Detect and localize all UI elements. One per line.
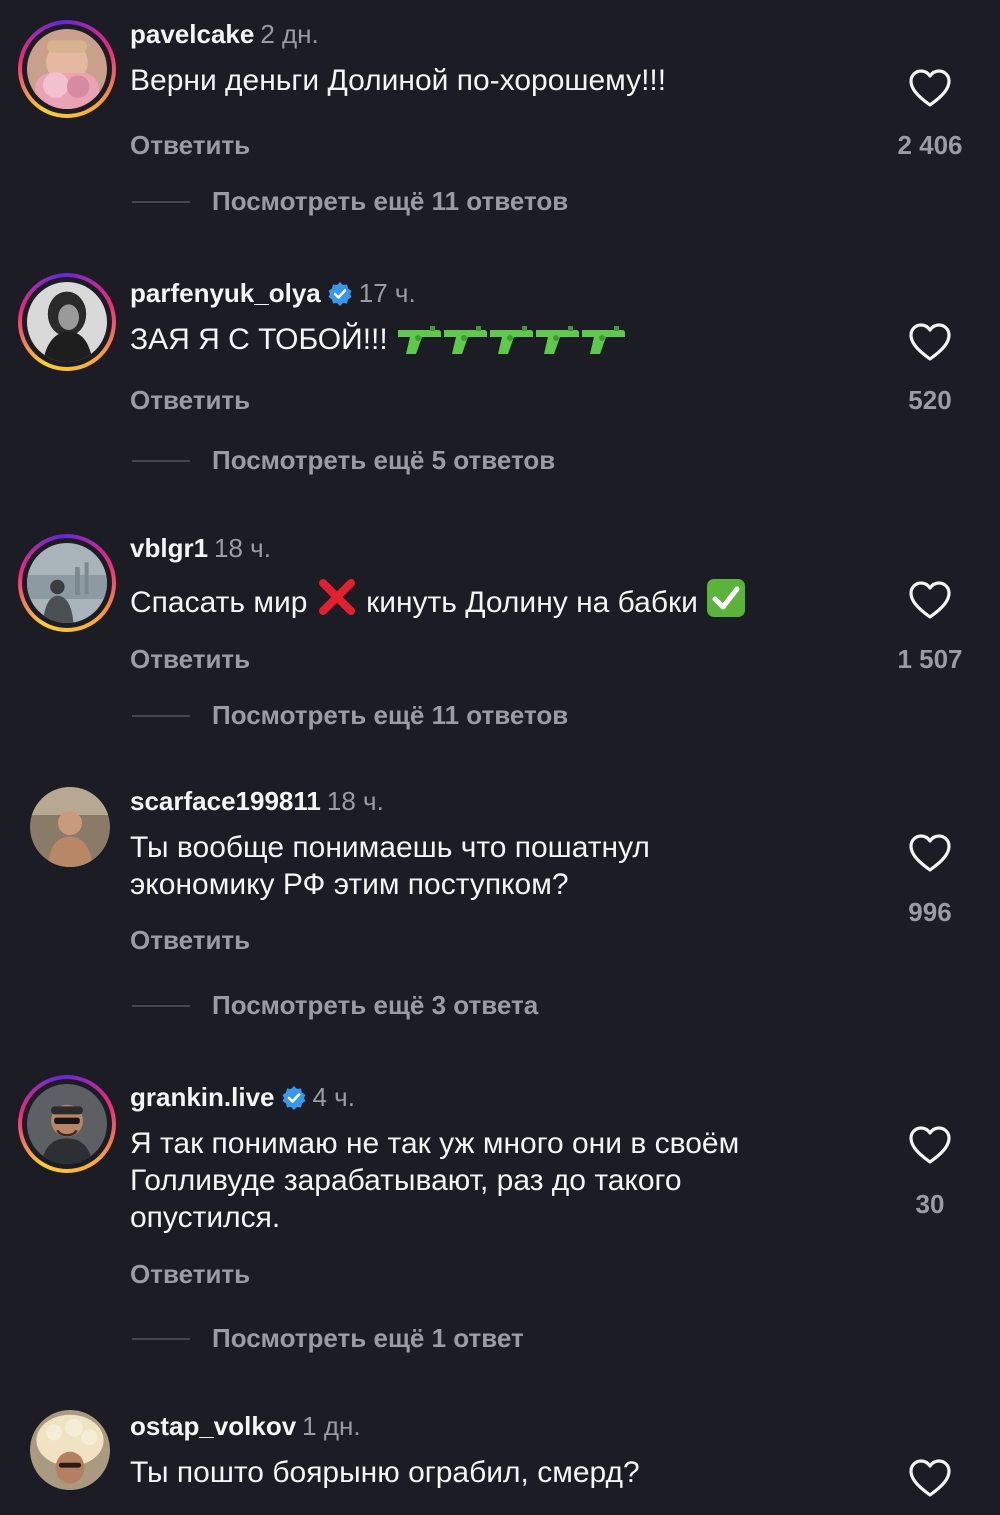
comment-time: 1 дн. xyxy=(302,1411,361,1441)
view-more-replies-label: Посмотреть ещё 11 ответов xyxy=(212,700,569,730)
divider xyxy=(132,1337,190,1340)
comment-text: Верни деньги Долиной по-хорошему!!! xyxy=(130,64,667,97)
avatar xyxy=(30,787,110,867)
water-pistol-icon xyxy=(444,326,488,354)
username[interactable]: parfenyuk_olya xyxy=(130,278,321,308)
avatar-wrapper[interactable] xyxy=(30,787,110,867)
comment-header: pavelcake 2 дн. xyxy=(130,18,319,50)
comment-text-part-b: кинуть Долину на бабки xyxy=(366,586,698,619)
reply-button[interactable]: Ответить xyxy=(130,925,250,956)
view-more-replies[interactable]: Посмотреть ещё 1 ответ xyxy=(132,1323,524,1353)
verified-badge-icon xyxy=(282,1086,305,1110)
avatar xyxy=(27,543,107,623)
username[interactable]: grankin.live xyxy=(130,1082,275,1112)
check-mark-button-icon xyxy=(707,579,746,617)
comment-text-line: Ты вообще понимаешь что пошатнул xyxy=(130,831,650,864)
divider xyxy=(132,714,190,717)
comment-text-line: Я так понимаю не так уж много они в своё… xyxy=(130,1127,740,1160)
reply-button[interactable]: Ответить xyxy=(130,130,250,161)
divider xyxy=(132,1004,190,1007)
comment-header: ostap_volkov 1 дн. xyxy=(130,1410,361,1442)
view-more-replies[interactable]: Посмотреть ещё 3 ответа xyxy=(132,990,538,1020)
comment-header: grankin.live 4 ч. xyxy=(130,1081,355,1113)
water-pistol-icon xyxy=(490,326,534,354)
comment-header: vblgr1 18 ч. xyxy=(130,532,271,564)
comment-text-content: ЗАЯ Я С ТОБОЙ!!! xyxy=(130,323,388,356)
view-more-replies-label: Посмотреть ещё 3 ответа xyxy=(212,990,539,1020)
verified-badge-icon xyxy=(328,282,352,306)
like-count: 520 xyxy=(908,385,952,415)
comments-feed: pavelcake 2 дн. Верни деньги Долиной по-х… xyxy=(0,0,1000,1515)
username[interactable]: pavelcake xyxy=(130,19,254,49)
view-more-replies-label: Посмотреть ещё 1 ответ xyxy=(212,1323,524,1353)
view-more-replies-label: Посмотреть ещё 5 ответов xyxy=(212,445,556,475)
like-count: 1 507 xyxy=(897,644,963,674)
username[interactable]: ostap_volkov xyxy=(130,1411,296,1441)
water-pistol-icon xyxy=(398,326,442,354)
comment-header: scarface199811 18 ч. xyxy=(130,785,384,817)
water-pistol-icon xyxy=(536,326,580,354)
comment-time: 4 ч. xyxy=(312,1082,355,1112)
heart-icon[interactable] xyxy=(908,580,952,620)
avatar xyxy=(27,1084,107,1164)
reply-button[interactable]: Ответить xyxy=(130,1259,250,1290)
comment-header: parfenyuk_olya 17 ч. xyxy=(130,277,416,309)
view-more-replies[interactable]: Посмотреть ещё 11 ответов xyxy=(132,700,568,730)
comment-text-line: Голливуде зарабатывают, раз до такого xyxy=(130,1164,682,1197)
heart-icon[interactable] xyxy=(908,1125,952,1165)
comment-time: 17 ч. xyxy=(358,278,416,308)
divider xyxy=(132,459,190,462)
cross-mark-icon xyxy=(318,579,355,615)
comment-text: ЗАЯ Я С ТОБОЙ!!! xyxy=(130,321,850,358)
comment-text-part-a: Спасать мир xyxy=(130,586,308,619)
comment-text-line: экономику РФ этим поступком? xyxy=(130,868,569,901)
avatar-story-ring[interactable] xyxy=(18,20,116,118)
comment-text: Ты пошто боярыню ограбил, смерд? xyxy=(130,1456,640,1489)
avatar-story-ring[interactable] xyxy=(18,534,116,632)
view-more-replies[interactable]: Посмотреть ещё 5 ответов xyxy=(132,445,555,475)
avatar-story-ring[interactable] xyxy=(18,1075,116,1173)
water-pistol-icon xyxy=(582,326,626,354)
reply-button[interactable]: Ответить xyxy=(130,385,250,416)
comment-time: 18 ч. xyxy=(326,786,384,816)
username[interactable]: vblgr1 xyxy=(130,533,208,563)
comment-text: Спасать мир кинуть Долину на бабки xyxy=(130,576,850,621)
comment-text: Ты вообще понимаешь что пошатнул экономи… xyxy=(130,829,850,903)
reply-button[interactable]: Ответить xyxy=(130,644,250,675)
like-count: 996 xyxy=(908,897,952,927)
comment-time: 18 ч. xyxy=(214,533,271,563)
heart-icon[interactable] xyxy=(908,833,952,873)
view-more-replies-label: Посмотреть ещё 11 ответов xyxy=(212,186,569,216)
comment-text-line: опустился. xyxy=(130,1201,281,1234)
heart-icon[interactable] xyxy=(908,1458,952,1498)
heart-icon[interactable] xyxy=(908,68,952,108)
like-count: 2 406 xyxy=(897,130,963,160)
view-more-replies[interactable]: Посмотреть ещё 11 ответов xyxy=(132,186,568,216)
avatar xyxy=(30,1410,110,1490)
heart-icon[interactable] xyxy=(908,322,952,362)
avatar xyxy=(27,29,107,109)
comment-time: 2 дн. xyxy=(260,19,319,49)
avatar-story-ring[interactable] xyxy=(18,273,116,371)
like-count: 30 xyxy=(915,1189,945,1219)
comment-text: Я так понимаю не так уж много они в своё… xyxy=(130,1125,850,1236)
avatar xyxy=(27,282,107,362)
divider xyxy=(132,200,190,203)
username[interactable]: scarface199811 xyxy=(130,786,321,816)
avatar-wrapper[interactable] xyxy=(30,1410,110,1490)
